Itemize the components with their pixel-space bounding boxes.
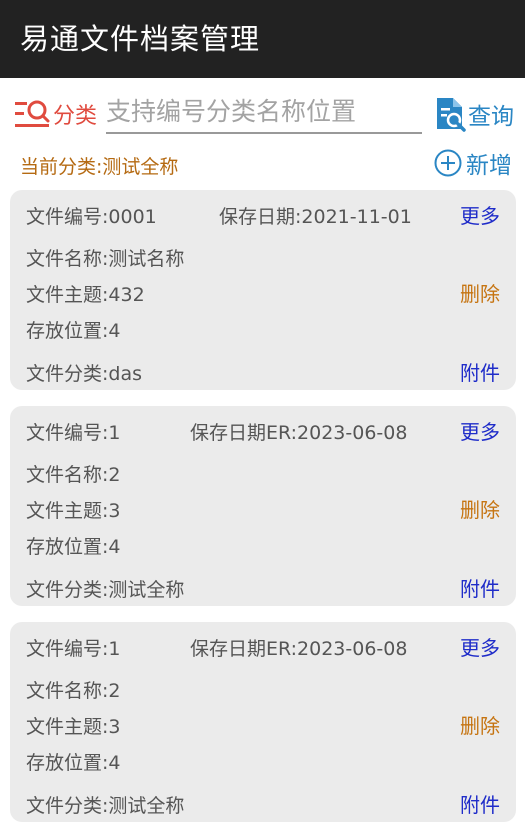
storage-location: 存放位置:4 <box>26 536 121 558</box>
file-category: 文件分类:测试全称 <box>26 795 185 817</box>
attachment-button[interactable]: 附件 <box>460 357 500 386</box>
more-button[interactable]: 更多 <box>460 416 500 445</box>
plus-circle-icon <box>434 149 462 177</box>
file-number: 文件编号:0001 <box>26 206 157 228</box>
file-category: 文件分类:das <box>26 363 143 385</box>
save-date: 保存日期ER:2023-06-08 <box>190 638 408 660</box>
file-name: 文件名称:2 <box>26 464 121 486</box>
more-button[interactable]: 更多 <box>460 200 500 229</box>
file-name: 文件名称:2 <box>26 680 121 702</box>
delete-button[interactable]: 删除 <box>460 494 500 523</box>
attachment-button[interactable]: 附件 <box>460 573 500 602</box>
storage-location: 存放位置:4 <box>26 320 121 342</box>
file-subject: 文件主题:432 <box>26 284 145 306</box>
search-bar: 分类 查询 <box>0 80 525 144</box>
record-card: 文件编号:1 保存日期ER:2023-06-08 更多 文件名称:2 文件主题:… <box>10 406 516 606</box>
record-card: 文件编号:0001 保存日期:2021-11-01 更多 文件名称:测试名称 文… <box>10 190 516 390</box>
more-button[interactable]: 更多 <box>460 632 500 661</box>
storage-location: 存放位置:4 <box>26 752 121 774</box>
search-input[interactable] <box>106 90 422 134</box>
attachment-button[interactable]: 附件 <box>460 789 500 818</box>
add-label: 新增 <box>466 153 512 179</box>
category-button[interactable]: 分类 <box>14 94 97 134</box>
add-button[interactable]: 新增 <box>434 146 512 180</box>
app-title-bar: 易通文件档案管理 <box>0 0 525 78</box>
app-title: 易通文件档案管理 <box>20 22 261 56</box>
file-subject: 文件主题:3 <box>26 500 121 522</box>
save-date: 保存日期:2021-11-01 <box>219 206 412 228</box>
save-date: 保存日期ER:2023-06-08 <box>190 422 408 444</box>
file-category: 文件分类:测试全称 <box>26 579 185 601</box>
query-label: 查询 <box>468 104 514 130</box>
file-subject: 文件主题:3 <box>26 716 121 738</box>
file-name: 文件名称:测试名称 <box>26 248 185 270</box>
record-card: 文件编号:1 保存日期ER:2023-06-08 更多 文件名称:2 文件主题:… <box>10 622 516 822</box>
query-button[interactable]: 查询 <box>434 94 514 134</box>
file-number: 文件编号:1 <box>26 638 121 660</box>
document-search-icon <box>437 98 466 132</box>
current-category: 当前分类:测试全称 <box>20 156 179 178</box>
category-search-icon <box>15 100 50 127</box>
delete-button[interactable]: 删除 <box>460 710 500 739</box>
delete-button[interactable]: 删除 <box>460 278 500 307</box>
file-number: 文件编号:1 <box>26 422 121 444</box>
category-label: 分类 <box>53 104 98 129</box>
